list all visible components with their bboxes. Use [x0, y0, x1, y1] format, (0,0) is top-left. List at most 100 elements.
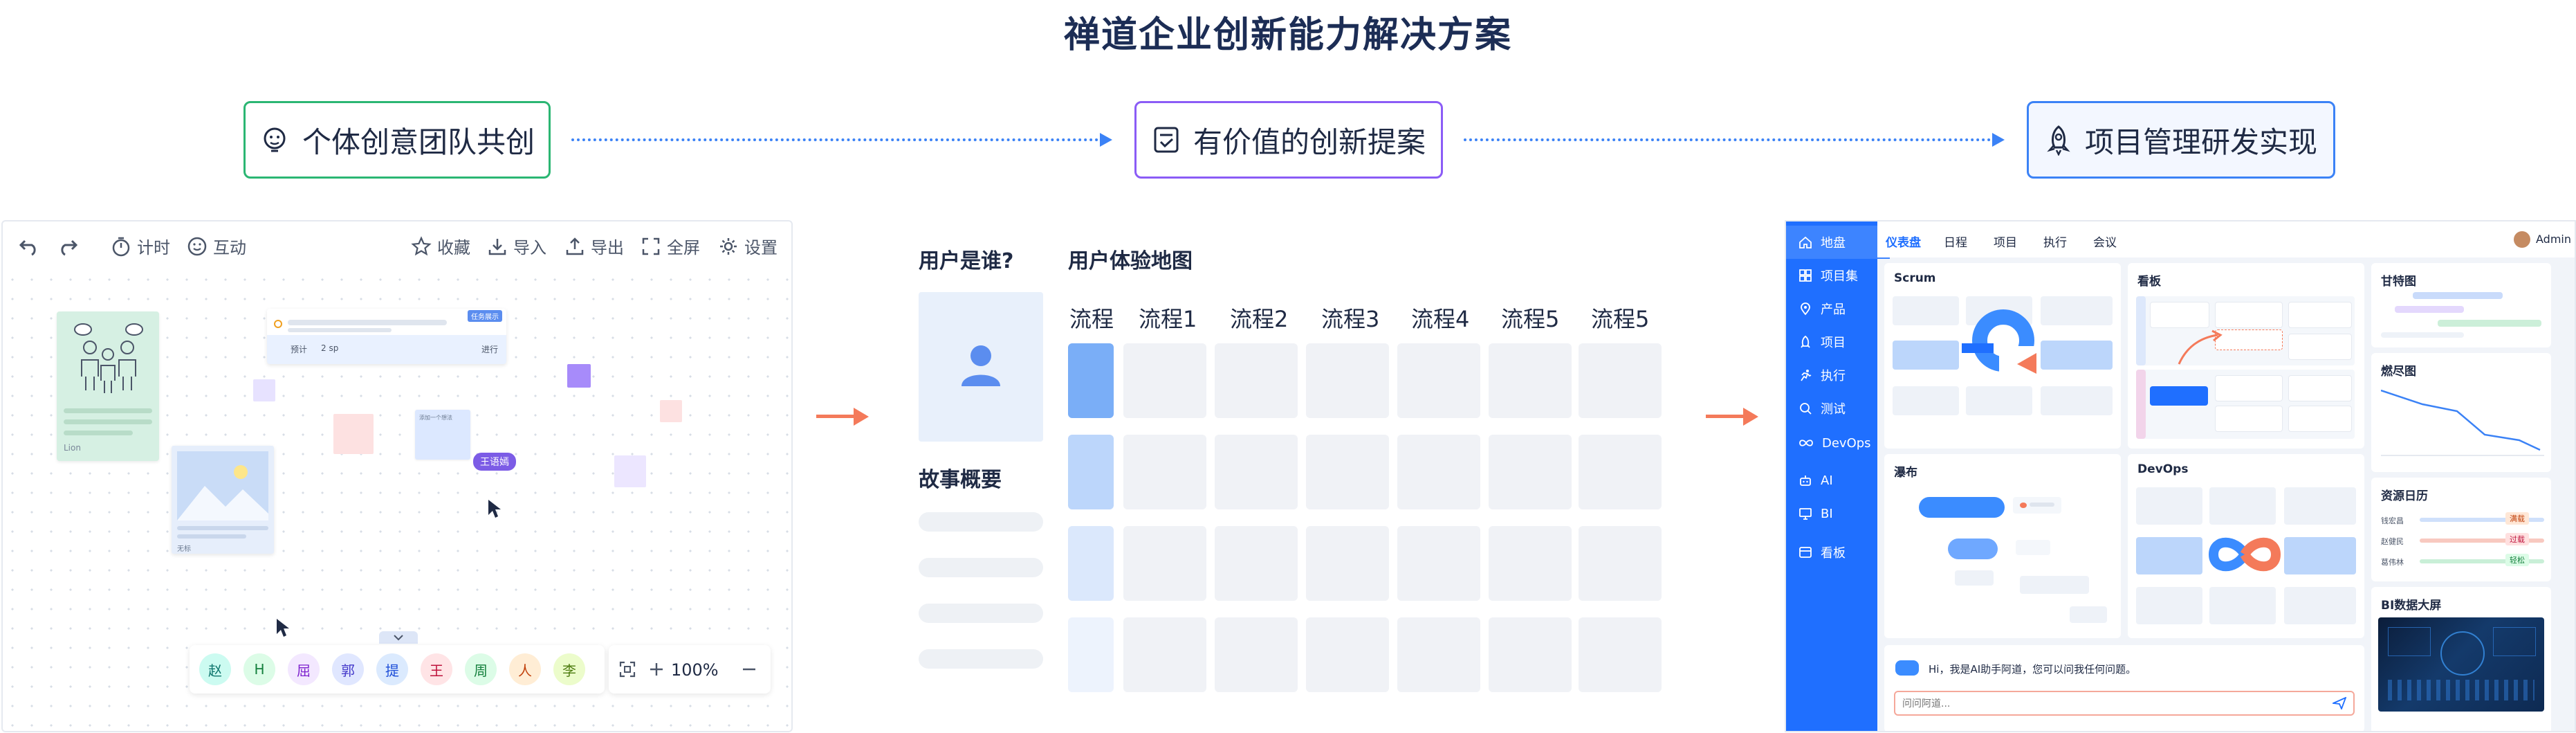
flow-cell[interactable] — [1215, 343, 1298, 418]
rocket-icon — [1801, 335, 1810, 348]
stage-valuable-proposals: 有价值的创新提案 — [1134, 101, 1443, 179]
zoom-in-icon[interactable] — [649, 662, 664, 677]
flow-cell[interactable] — [1489, 343, 1572, 418]
avatar[interactable]: 人 — [509, 653, 541, 685]
flow-cell[interactable] — [1306, 343, 1389, 418]
flow-cell[interactable] — [1215, 435, 1298, 509]
summary-line — [919, 649, 1043, 669]
tab-dashboard[interactable]: 仪表盘 — [1886, 233, 1921, 250]
bi-screen-card[interactable]: BI数据大屏 — [2371, 587, 2551, 731]
sidebar-item-board[interactable]: 看板 — [1786, 536, 1846, 569]
avatar[interactable]: 郭 — [332, 653, 364, 685]
flow-cell[interactable] — [1123, 343, 1206, 418]
flow-cell[interactable] — [1068, 526, 1114, 601]
flow-cell[interactable] — [1215, 617, 1298, 692]
flow-cell[interactable] — [1068, 617, 1114, 692]
flow-cell[interactable] — [1123, 435, 1206, 509]
flow-cell[interactable] — [1579, 617, 1662, 692]
export-button[interactable]: 导出 — [564, 234, 624, 258]
interact-button[interactable]: 互动 — [187, 234, 246, 258]
ai-input-box[interactable] — [1894, 691, 2355, 716]
fullscreen-button[interactable]: 全屏 — [641, 234, 700, 258]
sidebar-item-devops[interactable]: DevOps — [1786, 426, 1871, 460]
avatar[interactable]: 王 — [421, 653, 452, 685]
run-icon — [1801, 370, 1812, 381]
collapse-handle[interactable] — [379, 631, 418, 644]
flow-cell[interactable] — [1579, 343, 1662, 418]
flow-cell[interactable] — [1215, 526, 1298, 601]
flow-cell[interactable] — [1306, 617, 1389, 692]
flow-cell[interactable] — [1397, 435, 1480, 509]
sticky-note-blue[interactable]: 添加一个想法 — [415, 410, 470, 460]
sidebar-item-test[interactable]: 测试 — [1786, 392, 1846, 425]
gantt-card[interactable]: 甘特图 — [2371, 263, 2551, 347]
scrum-card[interactable]: Scrum — [1884, 263, 2121, 449]
flow-cell[interactable] — [1579, 435, 1662, 509]
flow-cell[interactable] — [1068, 343, 1114, 418]
resource-calendar-card[interactable]: 资源日历 钱宏昌 满载 赵健民 过载 葛伟林 轻松 — [2371, 478, 2551, 581]
import-button[interactable]: 导入 — [487, 234, 546, 258]
avatar[interactable]: 周 — [465, 653, 497, 685]
tab-schedule[interactable]: 日程 — [1944, 233, 1967, 250]
column-header: 流程5 — [1501, 306, 1560, 332]
sidebar-item-execution[interactable]: 执行 — [1786, 359, 1846, 392]
avatar[interactable]: H — [243, 653, 275, 685]
column-header: 流程4 — [1411, 306, 1470, 332]
waterfall-card[interactable]: 瀑布 — [1884, 454, 2121, 638]
sidebar-item-project[interactable]: 项目 — [1786, 325, 1846, 359]
tab-meeting[interactable]: 会议 — [2093, 233, 2117, 250]
sticky-note-purple[interactable] — [567, 364, 591, 388]
flow-cell[interactable] — [1489, 435, 1572, 509]
undo-icon[interactable] — [18, 235, 42, 256]
send-icon[interactable] — [2333, 697, 2346, 709]
sticky-note-pink-small[interactable] — [660, 400, 682, 422]
sidebar-label: BI — [1821, 506, 1833, 521]
sidebar-item-home[interactable]: 地盘 — [1786, 226, 1890, 259]
flow-cell[interactable] — [1123, 526, 1206, 601]
flow-cell[interactable] — [1397, 526, 1480, 601]
favorite-button[interactable]: 收藏 — [411, 234, 470, 258]
flow-cell[interactable] — [1306, 526, 1389, 601]
sticky-note-people[interactable]: Lion — [57, 311, 159, 461]
flow-cell[interactable] — [1397, 343, 1480, 418]
flow-cell[interactable] — [1489, 526, 1572, 601]
flow-cell[interactable] — [1579, 526, 1662, 601]
task-card[interactable]: 任务展示 预计 2 sp 进行 — [267, 309, 506, 364]
devops-card[interactable]: DevOps — [2128, 454, 2364, 638]
image-card[interactable]: 无标 — [172, 446, 274, 554]
column-header: 流程 — [1069, 306, 1114, 332]
avatar[interactable]: 李 — [553, 653, 585, 685]
redo-icon[interactable] — [55, 235, 79, 256]
sidebar-item-product[interactable]: 产品 — [1786, 292, 1846, 325]
user-persona-card[interactable] — [919, 292, 1043, 442]
sidebar-label: DevOps — [1822, 435, 1871, 451]
whiteboard-canvas[interactable]: Lion 任务展示 预计 2 sp 进行 添加一个想法 王语嫣 无标 赵 H 屈… — [3, 270, 791, 731]
flow-cell[interactable] — [1397, 617, 1480, 692]
tab-project[interactable]: 项目 — [1994, 233, 2017, 250]
ai-input[interactable] — [1901, 695, 2319, 713]
monitor-icon — [1799, 508, 1812, 520]
sidebar-item-ai[interactable]: AI — [1786, 464, 1833, 497]
sticky-note-pink[interactable] — [333, 414, 374, 454]
flow-cell[interactable] — [1068, 435, 1114, 509]
kanban-card[interactable]: 看板 — [2128, 263, 2364, 449]
tab-execution[interactable]: 执行 — [2043, 233, 2067, 250]
zoom-out-icon[interactable] — [742, 662, 757, 677]
sticky-note-lavender[interactable] — [253, 379, 275, 401]
avatar[interactable]: 提 — [376, 653, 408, 685]
fit-screen-icon[interactable] — [618, 660, 636, 678]
avatar[interactable] — [2514, 231, 2530, 248]
flow-cell[interactable] — [1306, 435, 1389, 509]
user-name[interactable]: Admin — [2536, 233, 2571, 246]
burndown-card[interactable]: 燃尽图 — [2371, 353, 2551, 472]
sticky-note-lavender-2[interactable] — [614, 455, 646, 487]
timer-button[interactable]: 计时 — [111, 234, 170, 258]
export-label: 导出 — [591, 238, 624, 257]
sidebar-item-program[interactable]: 项目集 — [1786, 259, 1858, 292]
flow-cell[interactable] — [1123, 617, 1206, 692]
sidebar-item-bi[interactable]: BI — [1786, 497, 1833, 530]
avatar[interactable]: 赵 — [199, 653, 231, 685]
avatar[interactable]: 屈 — [288, 653, 320, 685]
settings-button[interactable]: 设置 — [718, 234, 778, 258]
flow-cell[interactable] — [1489, 617, 1572, 692]
